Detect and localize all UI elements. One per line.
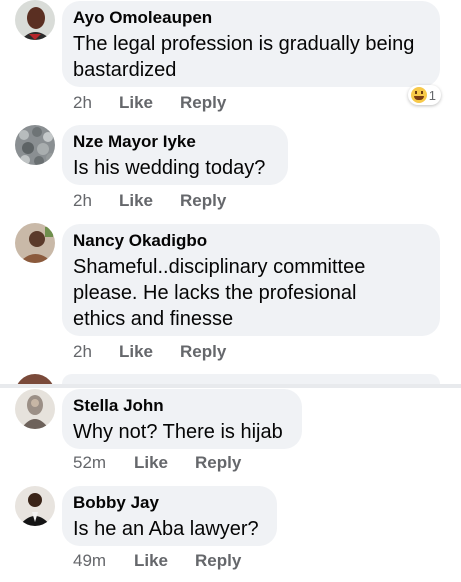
comment-text: Is he an Aba lawyer?: [73, 518, 259, 540]
like-button[interactable]: Like: [134, 453, 168, 473]
reply-button[interactable]: Reply: [180, 93, 226, 113]
like-button[interactable]: Like: [134, 551, 168, 571]
comment-author[interactable]: Nancy Okadigbo: [73, 231, 428, 251]
comment-bubble: Nancy Okadigbo Shameful..disciplinary co…: [62, 224, 440, 336]
reply-button[interactable]: Reply: [180, 191, 226, 211]
comment-text: The legal profession is gradually being: [73, 33, 415, 55]
reply-button[interactable]: Reply: [195, 551, 241, 571]
like-button[interactable]: Like: [119, 342, 153, 362]
comment-author[interactable]: Ayo Omoleaupen: [73, 8, 428, 28]
comment-author[interactable]: Stella John: [73, 396, 290, 416]
comment-bubble: Bobby Jay Is he an Aba lawyer?: [62, 486, 277, 546]
comment-timestamp[interactable]: 2h: [73, 191, 92, 211]
like-button[interactable]: Like: [119, 191, 153, 211]
comment-timestamp[interactable]: 2h: [73, 93, 92, 113]
laughing-emoji-icon: [410, 87, 427, 103]
like-button[interactable]: Like: [119, 93, 153, 113]
comment-text: bastardized: [73, 59, 177, 81]
comment-bubble: Nze Mayor Iyke Is his wedding today?: [62, 125, 288, 185]
comment-text: Why not? There is hijab: [73, 421, 283, 443]
comment-text: Shameful..disciplinary committee: [73, 256, 366, 278]
reaction-count: 1: [428, 87, 436, 103]
comment-text: ethics and finesse: [73, 308, 234, 330]
avatar[interactable]: [15, 125, 55, 165]
reply-button[interactable]: Reply: [180, 342, 226, 362]
comment-bubble: Ayo Omoleaupen The legal profession is g…: [62, 1, 440, 87]
comment-bubble: Stella John Why not? There is hijab: [62, 389, 302, 449]
avatar[interactable]: [15, 223, 55, 263]
comment-author[interactable]: Nze Mayor Iyke: [73, 132, 276, 152]
reaction-badge[interactable]: 1: [407, 85, 441, 105]
reply-button[interactable]: Reply: [195, 453, 241, 473]
avatar[interactable]: [15, 389, 55, 429]
avatar[interactable]: [15, 374, 55, 384]
comment-author[interactable]: Bobby Jay: [73, 493, 265, 513]
avatar[interactable]: [15, 0, 55, 40]
comment-timestamp[interactable]: 49m: [73, 551, 106, 571]
comment-bubble: [62, 374, 440, 384]
comment-text: Is his wedding today?: [73, 157, 266, 179]
avatar[interactable]: [15, 486, 55, 526]
comment-text: please. He lacks the profesional: [73, 282, 357, 304]
comment-timestamp[interactable]: 2h: [73, 342, 92, 362]
comment-timestamp[interactable]: 52m: [73, 453, 106, 473]
divider: [0, 384, 461, 388]
